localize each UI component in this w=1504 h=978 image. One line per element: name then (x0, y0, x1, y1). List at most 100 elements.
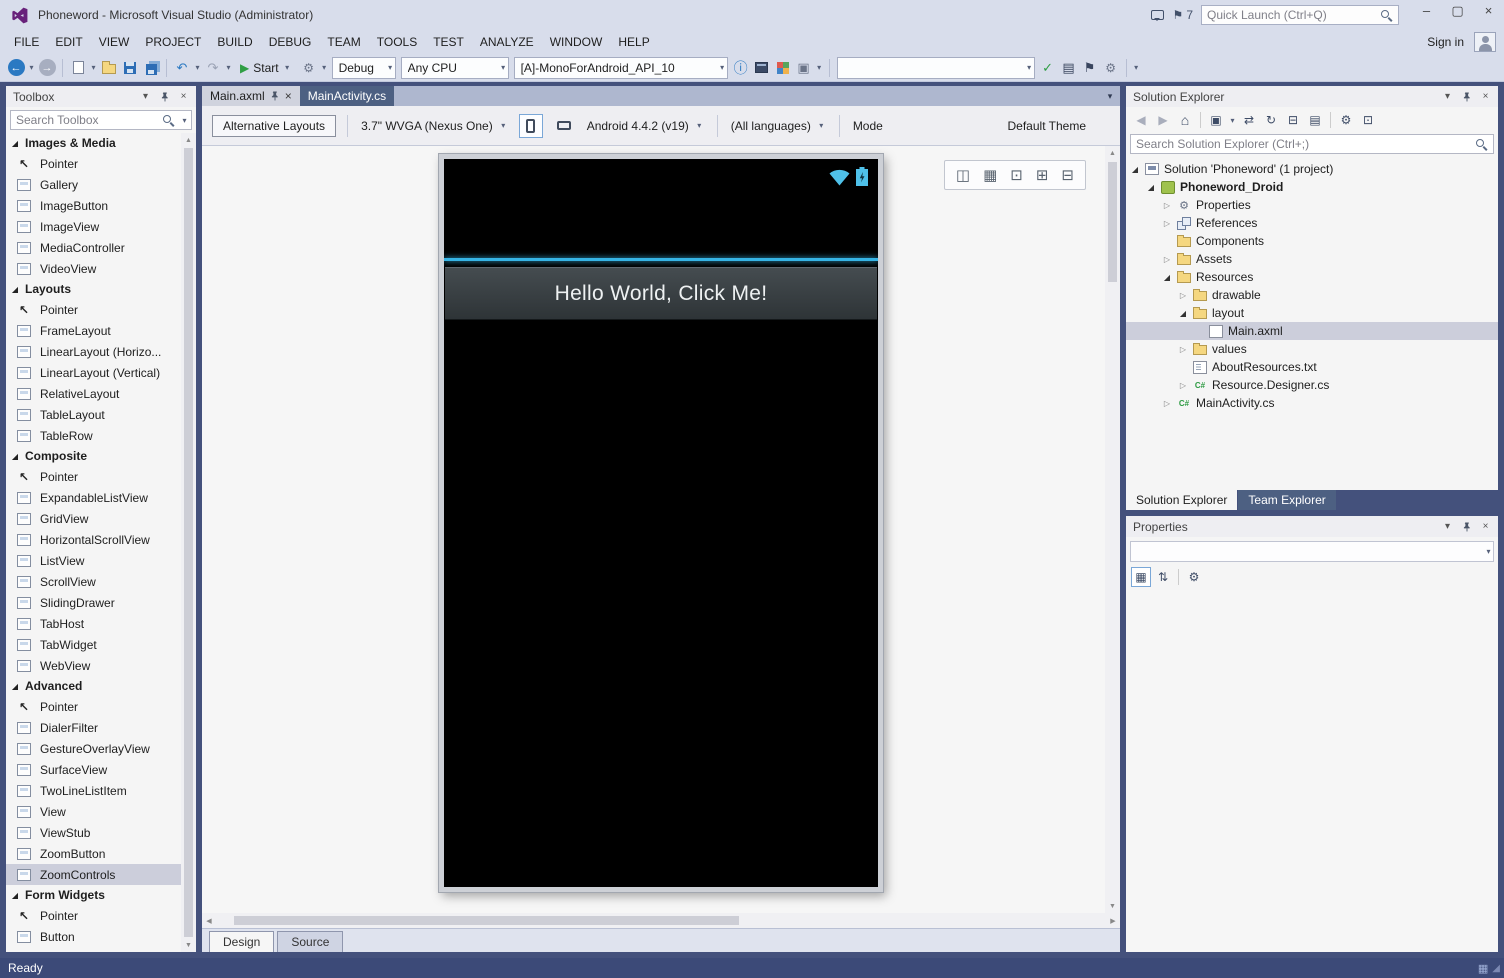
tab-mainactivity-cs[interactable]: MainActivity.cs (300, 86, 394, 106)
scroll-down-icon[interactable]: ▼ (181, 938, 196, 952)
device-screen[interactable]: Hello World, Click Me! (444, 159, 878, 887)
navigate-backward-dropdown-icon[interactable]: ▾ (27, 63, 36, 72)
editor-horizontal-scrollbar[interactable]: ◀ ▶ (202, 913, 1120, 928)
toolbox-item-gridview[interactable]: GridView (6, 508, 181, 529)
fit-page-icon[interactable]: ⊡ (1010, 166, 1023, 184)
properties-header[interactable]: Properties ▾ × (1126, 516, 1498, 537)
properties-window-icon[interactable]: ⚙ (1101, 57, 1121, 79)
property-pages-icon[interactable]: ⚙ (1184, 567, 1204, 587)
toolbox-item-pointer[interactable]: ↖Pointer (6, 299, 181, 320)
toolbox-item-view[interactable]: View (6, 801, 181, 822)
device-log-icon[interactable] (752, 57, 772, 79)
solution-configuration-combobox[interactable]: Debug ▾ (332, 57, 396, 79)
menu-view[interactable]: VIEW (91, 30, 138, 54)
minimize-button[interactable]: – (1411, 0, 1442, 21)
toolbox-item-expandablelistview[interactable]: ExpandableListView (6, 487, 181, 508)
grid-icon[interactable]: ▦ (983, 166, 997, 184)
toolbox-item-tabwidget[interactable]: TabWidget (6, 634, 181, 655)
toolbox-item-pointer[interactable]: ↖Pointer (6, 905, 181, 926)
toolbox-item-twolinelistitem[interactable]: TwoLineListItem (6, 780, 181, 801)
editor-vertical-scrollbar[interactable]: ▲ ▼ (1105, 146, 1120, 913)
maximize-button[interactable]: ▢ (1442, 0, 1473, 21)
resize-grip-icon[interactable]: ◢ (1492, 963, 1500, 974)
toolbox-item-pointer[interactable]: ↖Pointer (6, 696, 181, 717)
toolbox-item-pointer[interactable]: ↖Pointer (6, 466, 181, 487)
scroll-down-icon[interactable]: ▼ (1105, 899, 1120, 913)
toolbox-section-layouts[interactable]: ◢Layouts (6, 279, 181, 299)
collapsed-arrow-icon[interactable]: ▷ (1162, 201, 1172, 210)
toolbox-item-tablelayout[interactable]: TableLayout (6, 404, 181, 425)
toolbar-overflow-icon[interactable]: ▾ (1132, 63, 1141, 72)
collapsed-arrow-icon[interactable]: ▷ (1178, 381, 1188, 390)
menu-help[interactable]: HELP (610, 30, 657, 54)
chevron-down-icon[interactable]: ▾ (180, 116, 189, 125)
tree-item-properties[interactable]: ▷⚙Properties (1126, 196, 1498, 214)
solution-explorer-window-icon[interactable]: ▤ (1059, 57, 1079, 79)
window-menu-icon[interactable]: ▾ (137, 88, 154, 105)
close-icon[interactable]: × (1477, 88, 1494, 105)
expanded-arrow-icon[interactable]: ◢ (1130, 165, 1140, 174)
landscape-orientation-button[interactable] (552, 114, 576, 138)
info-icon[interactable]: ⓘ (731, 57, 751, 79)
quick-launch-box[interactable] (1201, 5, 1399, 25)
scroll-right-icon[interactable]: ▶ (1106, 914, 1120, 928)
pin-icon[interactable] (1458, 88, 1475, 105)
hello-world-button[interactable]: Hello World, Click Me! (445, 267, 877, 320)
tree-item-aboutresources-txt[interactable]: AboutResources.txt (1126, 358, 1498, 376)
toolbox-item-linearlayout-vertical[interactable]: LinearLayout (Vertical) (6, 362, 181, 383)
tree-item-resource-designer-cs[interactable]: ▷C#Resource.Designer.cs (1126, 376, 1498, 394)
tree-item-values[interactable]: ▷values (1126, 340, 1498, 358)
toolbox-section-composite[interactable]: ◢Composite (6, 446, 181, 466)
solution-platform-combobox[interactable]: Any CPU ▾ (401, 57, 509, 79)
collapsed-arrow-icon[interactable]: ▷ (1162, 399, 1172, 408)
menu-file[interactable]: FILE (6, 30, 47, 54)
redo-dropdown-icon[interactable]: ▾ (224, 63, 233, 72)
tree-item-resources[interactable]: ◢Resources (1126, 268, 1498, 286)
sign-in-link[interactable]: Sign in (1427, 35, 1464, 49)
window-menu-icon[interactable]: ▾ (1439, 88, 1456, 105)
expanded-arrow-icon[interactable]: ◢ (1146, 183, 1156, 192)
search-icon[interactable] (1381, 10, 1392, 21)
toolbox-item-imageview[interactable]: ImageView (6, 216, 181, 237)
scrollbar-thumb[interactable] (184, 148, 193, 937)
tree-item-drawable[interactable]: ▷drawable (1126, 286, 1498, 304)
menu-build[interactable]: BUILD (209, 30, 260, 54)
language-dropdown[interactable]: (All languages) ▾ (729, 116, 828, 136)
menu-edit[interactable]: EDIT (47, 30, 90, 54)
window-menu-icon[interactable]: ▾ (1439, 518, 1456, 535)
menu-debug[interactable]: DEBUG (261, 30, 320, 54)
portrait-orientation-button[interactable] (519, 114, 543, 138)
scrollbar-thumb[interactable] (234, 916, 739, 925)
design-surface[interactable]: Hello World, Click Me! ◫ ▦ ⊡ ⊞ ⊟ ▲ ▼ (202, 146, 1120, 913)
undo-dropdown-icon[interactable]: ▾ (193, 63, 202, 72)
close-icon[interactable]: × (175, 88, 192, 105)
open-file-icon[interactable] (99, 57, 119, 79)
tab-design[interactable]: Design (209, 931, 274, 952)
toolbox-scrollbar[interactable]: ▲ ▼ (181, 133, 196, 952)
emulator-manager-icon[interactable]: ▣ (794, 57, 814, 79)
toolbox-item-pointer[interactable]: ↖Pointer (6, 153, 181, 174)
panel-layout-icon[interactable]: ▦ (1478, 962, 1488, 975)
pin-icon[interactable] (156, 88, 173, 105)
menu-analyze[interactable]: ANALYZE (472, 30, 542, 54)
toolbox-item-tabhost[interactable]: TabHost (6, 613, 181, 634)
collapsed-arrow-icon[interactable]: ▷ (1162, 219, 1172, 228)
toolbox-item-surfaceview[interactable]: SurfaceView (6, 759, 181, 780)
tab-main-axml[interactable]: Main.axml× (202, 86, 300, 106)
split-view-icon[interactable]: ◫ (956, 166, 970, 184)
menu-tools[interactable]: TOOLS (369, 30, 425, 54)
user-avatar-icon[interactable] (1474, 32, 1496, 52)
toolbox-item-listview[interactable]: ListView (6, 550, 181, 571)
solution-explorer-search-input[interactable] (1131, 137, 1476, 151)
pin-icon[interactable] (271, 91, 279, 101)
scrollbar-thumb[interactable] (1108, 162, 1117, 282)
feedback-icon[interactable] (1145, 4, 1171, 26)
tab-solution-explorer[interactable]: Solution Explorer (1126, 490, 1237, 510)
toolbox-item-horizontalscrollview[interactable]: HorizontalScrollView (6, 529, 181, 550)
toolbox-item-videoview[interactable]: VideoView (6, 258, 181, 279)
toolbox-item-imagebutton[interactable]: ImageButton (6, 195, 181, 216)
home-icon[interactable]: ⌂ (1175, 110, 1195, 130)
team-explorer-window-icon[interactable]: ⚑ (1080, 57, 1100, 79)
close-icon[interactable]: × (285, 90, 292, 102)
scroll-up-icon[interactable]: ▲ (1105, 146, 1120, 160)
